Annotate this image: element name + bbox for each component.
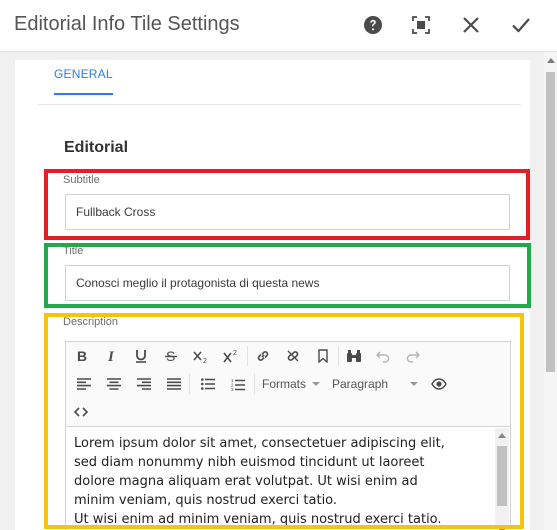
chevron-down-icon xyxy=(312,382,321,386)
anchor-icon xyxy=(318,349,328,363)
unlink-icon xyxy=(287,350,299,362)
close-button[interactable] xyxy=(456,10,486,40)
source-edit-button[interactable] xyxy=(68,400,94,424)
dialog-title: Editorial Info Tile Settings xyxy=(14,13,240,35)
underline-icon xyxy=(136,350,146,363)
numbered-list-icon: 123 xyxy=(231,378,245,391)
help-icon xyxy=(364,16,382,34)
toolbar-separator xyxy=(189,374,190,394)
description-rich-text-editor[interactable]: B I S 2 2 xyxy=(65,341,511,530)
redo-icon xyxy=(406,351,420,363)
subtitle-label: Subtitle xyxy=(63,174,100,186)
find-replace-button[interactable] xyxy=(341,344,367,368)
svg-text:2: 2 xyxy=(233,350,237,357)
preview-button[interactable] xyxy=(426,372,452,396)
link-icon xyxy=(257,351,269,361)
done-check-icon xyxy=(512,18,530,33)
formats-dropdown-label: Formats xyxy=(262,377,307,391)
undo-button[interactable] xyxy=(370,344,396,368)
find-replace-icon xyxy=(347,350,361,362)
redo-button[interactable] xyxy=(400,344,426,368)
italic-button[interactable]: I xyxy=(99,344,125,368)
align-justify-icon xyxy=(167,378,181,390)
dialog-content: GENERAL Editorial Subtitle Title Descrip… xyxy=(0,52,544,530)
close-icon xyxy=(463,17,479,33)
bullet-list-icon xyxy=(201,378,215,390)
align-right-icon xyxy=(137,378,151,390)
chevron-down-icon xyxy=(410,382,419,386)
page-scrollbar[interactable] xyxy=(544,52,557,530)
subscript-button[interactable]: 2 xyxy=(188,344,214,368)
done-button[interactable] xyxy=(506,10,536,40)
fullscreen-button[interactable] xyxy=(406,10,436,40)
scroll-up-arrow-icon[interactable] xyxy=(498,433,506,438)
subscript-icon: 2 xyxy=(193,351,207,363)
editor-scrollbar-thumb[interactable] xyxy=(497,446,507,506)
source-edit-icon xyxy=(74,407,88,417)
subtitle-input[interactable] xyxy=(65,194,510,230)
italic-icon: I xyxy=(107,349,115,363)
toolbar-separator xyxy=(338,346,339,366)
title-input[interactable] xyxy=(65,265,510,301)
link-button[interactable] xyxy=(250,344,276,368)
svg-text:2: 2 xyxy=(203,358,207,363)
unlink-button[interactable] xyxy=(280,344,306,368)
superscript-button[interactable]: 2 xyxy=(218,344,244,368)
page-scrollbar-thumb[interactable] xyxy=(546,72,555,372)
editor-scrollbar[interactable] xyxy=(495,428,509,530)
align-left-button[interactable] xyxy=(71,372,97,396)
svg-text:B: B xyxy=(77,349,87,363)
toolbar-separator xyxy=(254,374,255,394)
formats-dropdown[interactable]: Formats xyxy=(262,377,321,391)
fullscreen-icon xyxy=(412,16,430,34)
title-label: Title xyxy=(63,245,84,257)
strikethrough-button[interactable]: S xyxy=(158,344,184,368)
section-heading: Editorial xyxy=(64,139,129,156)
toolbar-separator xyxy=(247,346,248,366)
bold-icon: B xyxy=(77,349,87,363)
help-button[interactable] xyxy=(358,10,388,40)
description-editor-text[interactable]: Lorem ipsum dolor sit amet, consectetuer… xyxy=(74,434,492,529)
bullet-list-button[interactable] xyxy=(195,372,221,396)
align-right-button[interactable] xyxy=(131,372,157,396)
align-justify-button[interactable] xyxy=(161,372,187,396)
superscript-icon: 2 xyxy=(223,350,237,363)
bold-button[interactable]: B xyxy=(69,344,95,368)
description-label: Description xyxy=(63,316,119,328)
numbered-list-button[interactable]: 123 xyxy=(225,372,251,396)
strikethrough-icon: S xyxy=(165,349,177,363)
anchor-button[interactable] xyxy=(310,344,336,368)
paragraph-dropdown-label: Paragraph xyxy=(332,377,389,391)
svg-text:I: I xyxy=(107,349,115,363)
tab-bar: GENERAL xyxy=(38,60,521,105)
svg-text:3: 3 xyxy=(231,387,234,391)
align-left-icon xyxy=(77,378,91,390)
preview-eye-icon xyxy=(431,378,447,390)
dialog-header: Editorial Info Tile Settings xyxy=(0,0,557,52)
undo-icon xyxy=(376,351,390,363)
underline-button[interactable] xyxy=(128,344,154,368)
scroll-up-arrow-icon[interactable] xyxy=(547,58,555,63)
paragraph-dropdown[interactable]: Paragraph xyxy=(332,377,419,391)
tab-general[interactable]: GENERAL xyxy=(54,67,113,95)
align-center-button[interactable] xyxy=(101,372,127,396)
align-center-icon xyxy=(107,378,121,390)
settings-panel: GENERAL Editorial Subtitle Title Descrip… xyxy=(15,60,530,530)
rte-toolbar: B I S 2 2 xyxy=(66,342,510,427)
